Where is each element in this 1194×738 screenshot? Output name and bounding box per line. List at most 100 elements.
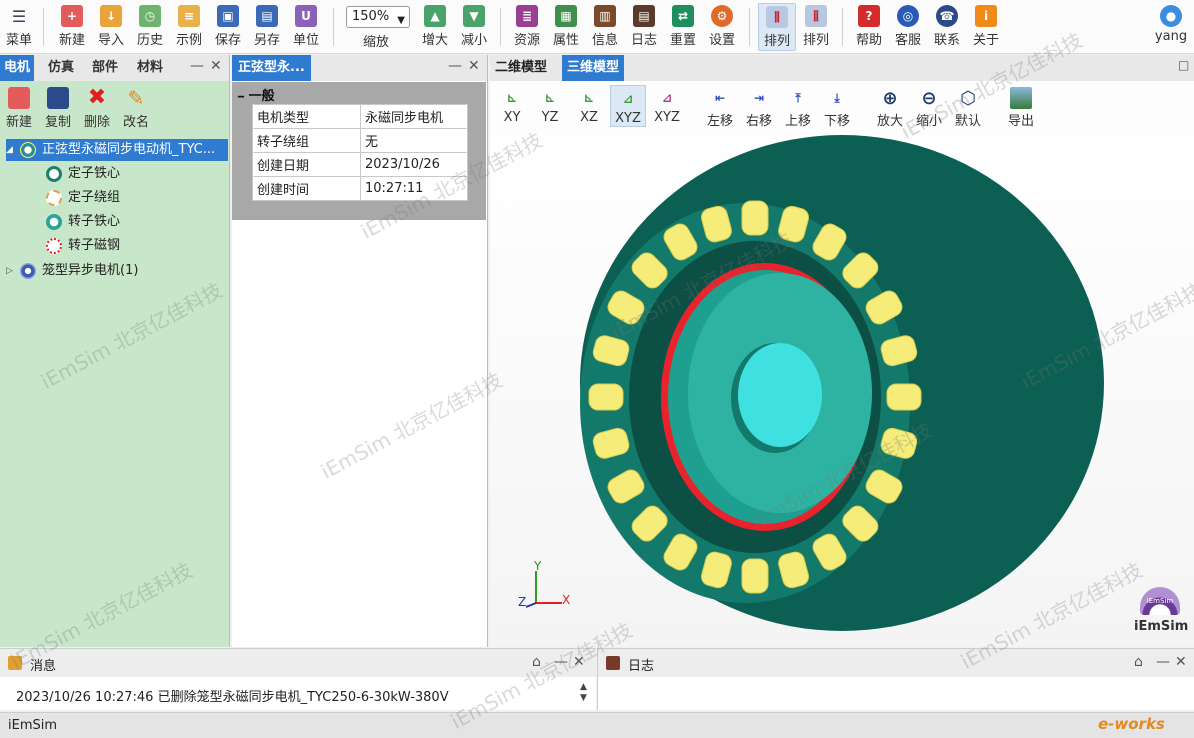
hamburger-icon: ☰: [11, 6, 27, 26]
minimize-icon[interactable]: —: [448, 58, 462, 74]
copy-icon: [47, 87, 69, 109]
property-row[interactable]: 创建时间 10:27:11: [252, 176, 468, 201]
save-as-button[interactable]: ▤ 另存: [248, 3, 286, 51]
tab-2d-model[interactable]: 二维模型: [490, 55, 552, 81]
tree-delete-button[interactable]: ✖ 删除: [79, 85, 115, 131]
view-xz-button[interactable]: ⊾ XZ: [571, 85, 607, 125]
tree-item-rotor-magnet[interactable]: 转子磁钢: [46, 235, 120, 257]
view-xy-button[interactable]: ⊾ XY: [494, 85, 530, 125]
move-right-button[interactable]: ⇥ 右移: [741, 85, 777, 129]
info-button[interactable]: ▥ 信息: [586, 3, 624, 51]
zoom-in-button[interactable]: ▲ 增大: [416, 3, 454, 51]
stator-winding-icon: [46, 190, 62, 206]
properties-button[interactable]: ▦ 属性: [547, 3, 585, 51]
tree-copy-button[interactable]: 复制: [40, 85, 76, 130]
unit-button[interactable]: U 单位: [287, 3, 325, 51]
close-icon[interactable]: ✕: [468, 58, 480, 74]
minimize-icon[interactable]: —: [554, 654, 568, 670]
message-scrollbar[interactable]: ▲ ▼: [580, 682, 587, 704]
move-down-button[interactable]: ⤓ 下移: [819, 85, 855, 130]
import-button[interactable]: ↓ 导入: [92, 3, 130, 51]
move-left-button[interactable]: ⇤ 左移: [702, 85, 738, 129]
tree-item-rotor-core[interactable]: 转子铁心: [46, 211, 120, 233]
arrange-label-2: 排列: [802, 33, 829, 48]
message-text: 2023/10/26 10:27:46 已删除笼型永磁同步电机_TYC250-6…: [16, 690, 449, 705]
tree-new-button[interactable]: 新建: [1, 85, 37, 130]
new-button[interactable]: + 新建: [53, 3, 91, 51]
tree-item-pmsm[interactable]: ◢ 正弦型永磁同步电动机_TYC...: [6, 139, 228, 161]
3d-scene[interactable]: Y X Z iEmSim iEmSim: [490, 135, 1194, 647]
arrange-button-1[interactable]: ⫼ 排列: [758, 3, 796, 51]
info-book-icon: ▥: [594, 5, 616, 27]
close-icon[interactable]: ✕: [1175, 654, 1187, 670]
tree-item-stator-core[interactable]: 定子铁心: [46, 163, 120, 185]
menu-button[interactable]: ☰ 菜单: [0, 3, 38, 51]
logo-text: iEmSim: [1134, 619, 1189, 634]
axis-xz-icon: ⊾: [583, 91, 595, 105]
pin-icon[interactable]: ⌂: [1134, 654, 1143, 670]
property-group-general[interactable]: ━ 一般: [238, 85, 275, 104]
axis-xyz-icon: ⊿: [622, 92, 634, 106]
save-button[interactable]: ▣ 保存: [209, 3, 247, 51]
service-button[interactable]: ◎ 客服: [889, 3, 927, 51]
help-button[interactable]: ? 帮助: [850, 3, 888, 51]
resources-button[interactable]: ≣ 资源: [508, 3, 546, 51]
tab-3d-model[interactable]: 三维模型: [562, 55, 625, 81]
logo-badge-text: iEmSim: [1146, 597, 1174, 605]
reset-button[interactable]: ⇄ 重置: [664, 3, 702, 51]
view-xyz-alt-button[interactable]: ⊿ XYZ: [649, 85, 685, 125]
property-value[interactable]: 无: [360, 128, 468, 153]
view-yz-label: YZ: [541, 110, 559, 125]
minimize-icon[interactable]: —: [1156, 654, 1170, 670]
close-icon[interactable]: ✕: [573, 654, 585, 670]
property-value[interactable]: 2023/10/26: [360, 152, 468, 177]
tab-parts[interactable]: 部件: [88, 55, 122, 81]
tree-item-induction-motor[interactable]: ▷ 笼型异步电机(1): [6, 260, 138, 282]
expand-right-icon[interactable]: ▷: [6, 260, 20, 282]
tab-simulation[interactable]: 仿真: [44, 55, 78, 81]
property-row[interactable]: 创建日期 2023/10/26: [252, 152, 468, 177]
new-file-icon: +: [61, 5, 83, 27]
log-button[interactable]: ▤ 日志: [625, 3, 663, 51]
zoom-select[interactable]: 150% ▼: [346, 6, 410, 28]
view-xyz-button[interactable]: ⊿ XYZ: [610, 85, 646, 127]
close-icon[interactable]: ✕: [210, 58, 222, 74]
properties-tab[interactable]: 正弦型永...: [232, 55, 311, 81]
property-row[interactable]: 转子绕组 无: [252, 128, 468, 153]
contact-button[interactable]: ☎ 联系: [928, 3, 966, 51]
export-button[interactable]: 导出: [1003, 85, 1039, 129]
maximize-icon[interactable]: □: [1178, 58, 1189, 72]
message-panel-title: 消息: [30, 659, 57, 674]
zoom-out-view-button[interactable]: ⊖ 缩小: [911, 85, 947, 130]
property-value[interactable]: 10:27:11: [360, 176, 468, 201]
settings-button[interactable]: ⚙ 设置: [703, 3, 741, 51]
move-right-label: 右移: [745, 114, 772, 129]
property-value[interactable]: 永磁同步电机: [360, 104, 468, 129]
view-yz-button[interactable]: ⊾ YZ: [532, 85, 568, 125]
property-key: 转子绕组: [252, 128, 361, 153]
tree-rename-button[interactable]: ✎ 改名: [118, 85, 154, 130]
property-row[interactable]: 电机类型 永磁同步电机: [252, 104, 468, 129]
zoom-out-button[interactable]: ▼ 减小: [455, 3, 493, 51]
tab-motor[interactable]: 电机: [0, 55, 35, 81]
message-icon: [8, 656, 22, 670]
user-button[interactable]: ● yang: [1152, 3, 1190, 51]
arrange-button-2[interactable]: ⫼ 排列: [797, 3, 835, 51]
pin-icon[interactable]: ⌂: [532, 654, 541, 670]
chevron-down-icon: ▼: [397, 15, 405, 26]
tab-materials[interactable]: 材料: [133, 55, 167, 81]
default-view-button[interactable]: ⬡ 默认: [950, 85, 986, 130]
example-button[interactable]: ≡ 示例: [170, 3, 208, 51]
tree-item-stator-winding[interactable]: 定子绕组: [46, 187, 120, 209]
properties-icon: ▦: [555, 5, 577, 27]
zoom-in-view-button[interactable]: ⊕ 放大: [872, 85, 908, 130]
viewport-toolbar: ⊾ XY ⊾ YZ ⊾ XZ ⊿ XYZ ⊿ XYZ ⇤ 左移 ⇥ 右移 ⤒ 上: [490, 81, 1194, 135]
history-button[interactable]: ◷ 历史: [131, 3, 169, 51]
expand-down-icon[interactable]: ◢: [6, 139, 20, 161]
move-up-button[interactable]: ⤒ 上移: [780, 85, 816, 130]
about-button[interactable]: i 关于: [967, 3, 1005, 51]
axis-x-label: X: [562, 593, 571, 607]
gear-icon: ⚙: [711, 5, 733, 27]
minimize-icon[interactable]: —: [190, 58, 204, 74]
axis-xyz-alt-icon: ⊿: [661, 91, 673, 105]
